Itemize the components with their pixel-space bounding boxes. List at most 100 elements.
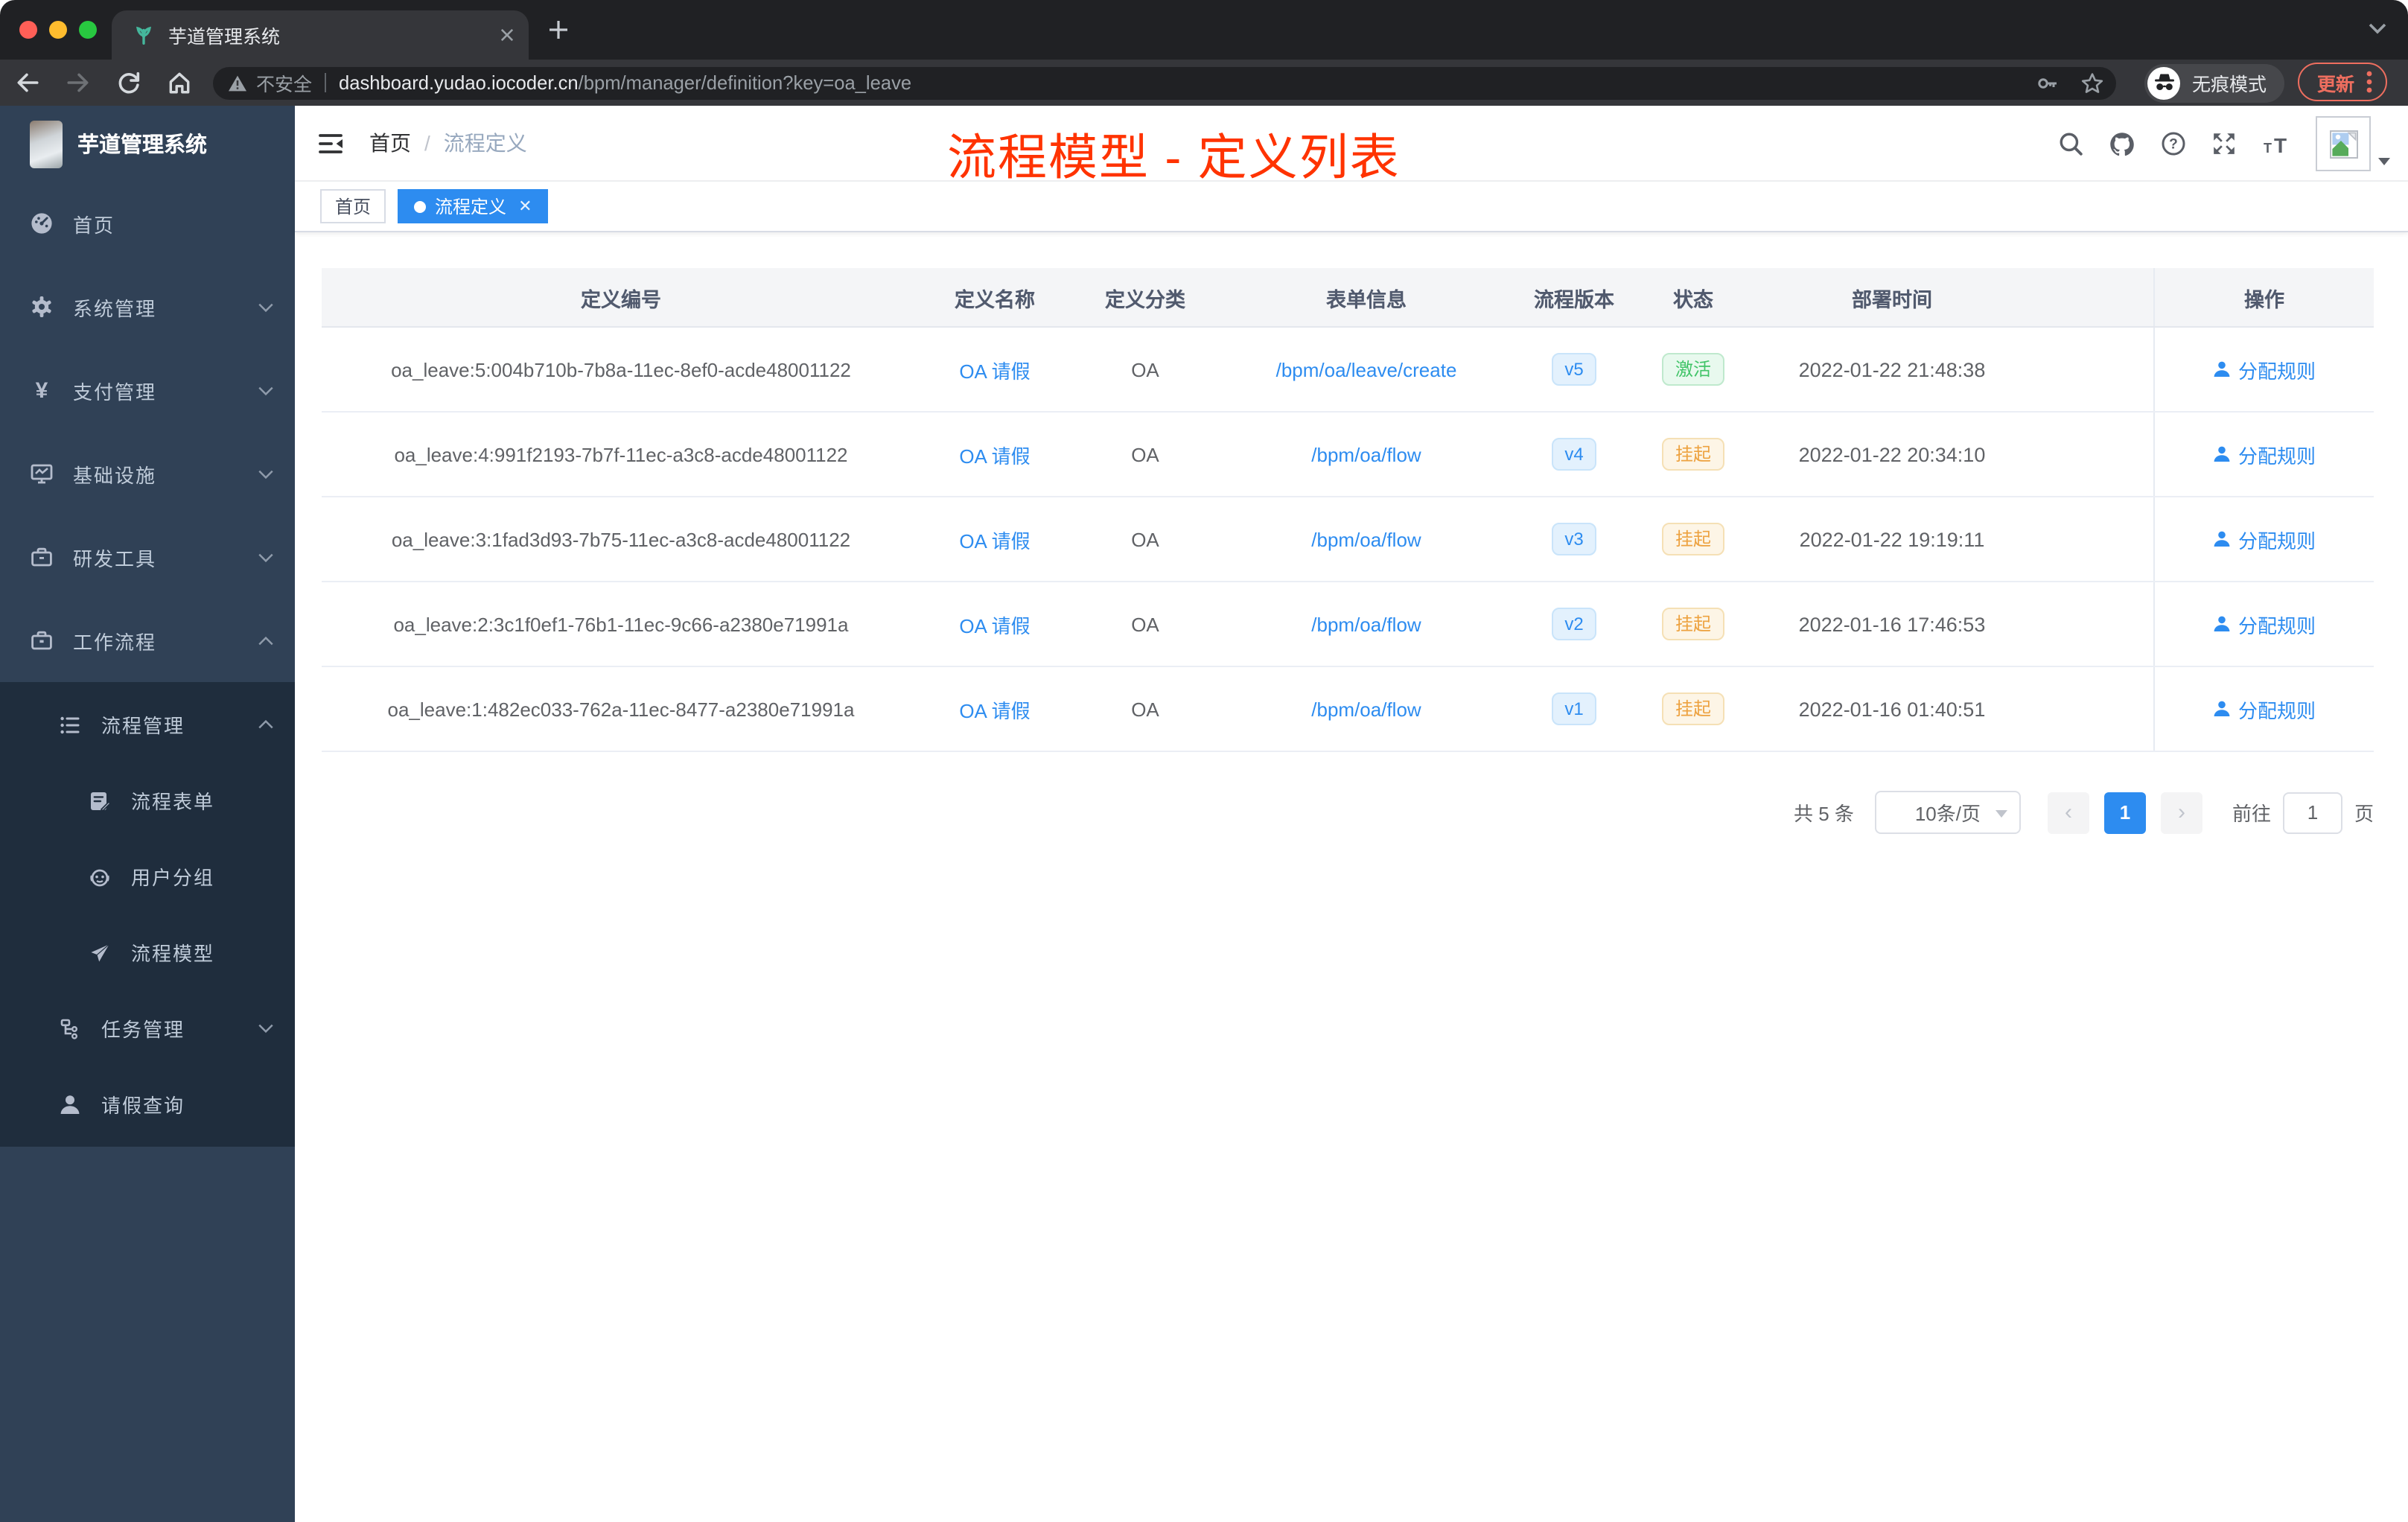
logo-avatar <box>30 120 63 168</box>
definition-name-link[interactable]: OA 请假 <box>959 445 1030 467</box>
tab-close-icon[interactable] <box>500 28 514 42</box>
page-unit-label: 页 <box>2354 803 2374 825</box>
app-header: 首页 / 流程定义 流程模型 - 定义列表 ? TT <box>295 106 2408 185</box>
form-info-link[interactable]: /bpm/oa/flow <box>1311 613 1421 635</box>
chevron-down-icon <box>258 302 274 312</box>
help-icon[interactable]: ? <box>2161 131 2186 156</box>
assign-rule-link[interactable]: 分配规则 <box>2213 440 2316 468</box>
version-badge: v3 <box>1551 523 1597 555</box>
assign-user-icon <box>2214 531 2230 547</box>
bookmark-star-icon[interactable] <box>2080 71 2104 95</box>
minimize-window-button[interactable] <box>49 21 67 39</box>
search-icon[interactable] <box>2058 131 2083 156</box>
sidebar-item-user-group[interactable]: 用户分组 <box>0 838 295 914</box>
reload-button[interactable] <box>116 70 141 95</box>
security-label[interactable]: 不安全 <box>256 69 312 97</box>
table-row: oa_leave:1:482ec033-762a-11ec-8477-a2380… <box>322 667 2374 752</box>
prev-page-button[interactable]: ‹ <box>2047 792 2089 833</box>
annotation-title: 流程模型 - 定义列表 <box>947 130 1401 185</box>
col-header-deploy-time: 部署时间 <box>1852 288 1932 311</box>
assign-rule-link[interactable]: 分配规则 <box>2213 355 2316 383</box>
form-info-link[interactable]: /bpm/oa/flow <box>1311 698 1421 720</box>
toolbox-icon <box>30 545 54 569</box>
github-icon[interactable] <box>2109 130 2135 157</box>
sidebar-item-label: 流程模型 <box>131 943 215 965</box>
address-bar[interactable]: 不安全 dashboard.yudao.iocoder.cn/bpm/manag… <box>213 66 2116 99</box>
browser-menu-dots-icon[interactable] <box>2366 70 2372 94</box>
forward-button[interactable] <box>66 70 91 95</box>
sidebar-item-payment[interactable]: ¥ 支付管理 <box>0 348 295 432</box>
assign-rule-link[interactable]: 分配规则 <box>2213 695 2316 723</box>
fullscreen-icon[interactable] <box>2211 131 2237 156</box>
goto-page-input[interactable]: 1 <box>2282 792 2342 833</box>
sidebar: 芋道管理系统 首页 系统管理 ¥ 支付管理 基础设施 研发工具 工作流程 流程管… <box>0 106 295 1522</box>
breadcrumb-home[interactable]: 首页 <box>369 128 411 158</box>
definition-category: OA <box>1131 358 1159 380</box>
sidebar-item-label: 工作流程 <box>73 631 157 653</box>
sidebar-item-label: 流程表单 <box>131 791 215 813</box>
url-text[interactable]: dashboard.yudao.iocoder.cn/bpm/manager/d… <box>339 71 2024 94</box>
status-badge: 挂起 <box>1661 692 1724 725</box>
svg-text:T: T <box>2274 133 2287 156</box>
definition-name-link[interactable]: OA 请假 <box>959 699 1030 722</box>
definition-id: oa_leave:5:004b710b-7b8a-11ec-8ef0-acde4… <box>391 358 851 380</box>
zoom-window-button[interactable] <box>79 21 97 39</box>
sidebar-item-process-model[interactable]: 流程模型 <box>0 914 295 990</box>
next-page-button[interactable]: › <box>2160 792 2202 833</box>
form-icon <box>88 789 112 812</box>
sidebar-item-infrastructure[interactable]: 基础设施 <box>0 432 295 515</box>
status-badge: 挂起 <box>1661 608 1724 640</box>
incognito-badge: 无痕模式 <box>2144 63 2285 102</box>
app-logo[interactable]: 芋道管理系统 <box>0 106 295 182</box>
sidebar-item-process-management[interactable]: 流程管理 <box>0 687 295 762</box>
font-size-icon[interactable]: TT <box>2262 132 2290 156</box>
tag-close-icon[interactable]: ✕ <box>518 197 532 216</box>
version-badge: v4 <box>1551 438 1597 471</box>
sidebar-item-system[interactable]: 系统管理 <box>0 265 295 348</box>
active-tag-dot <box>414 200 427 212</box>
browser-tab[interactable]: 芋道管理系统 <box>112 10 529 60</box>
form-info-link[interactable]: /bpm/oa/flow <box>1311 528 1421 550</box>
form-info-link[interactable]: /bpm/oa/flow <box>1311 443 1421 465</box>
form-info-link[interactable]: /bpm/oa/leave/create <box>1276 358 1457 380</box>
deploy-time: 2022-01-22 20:34:10 <box>1798 443 1986 465</box>
definition-name-link[interactable]: OA 请假 <box>959 614 1030 637</box>
definition-name-link[interactable]: OA 请假 <box>959 529 1030 552</box>
window-controls[interactable] <box>19 21 97 39</box>
user-menu[interactable] <box>2316 116 2390 171</box>
sidebar-item-label: 流程管理 <box>101 715 185 737</box>
sidebar-item-workflow[interactable]: 工作流程 <box>0 599 295 682</box>
svg-text:T: T <box>2264 140 2272 155</box>
page-size-select[interactable]: 10条/页 <box>1874 791 2021 834</box>
assign-user-icon <box>2214 361 2230 377</box>
avatar[interactable] <box>2316 116 2371 171</box>
assign-rule-link[interactable]: 分配规则 <box>2213 525 2316 553</box>
avatar-caret-icon <box>2378 158 2390 165</box>
sidebar-item-dev-tools[interactable]: 研发工具 <box>0 515 295 599</box>
breadcrumb: 首页 / 流程定义 <box>369 128 527 158</box>
home-button[interactable] <box>167 70 192 95</box>
tag-home[interactable]: 首页 <box>320 189 386 223</box>
definition-category: OA <box>1131 528 1159 550</box>
not-secure-warning-icon[interactable] <box>228 74 247 92</box>
tab-search-chevron-icon[interactable] <box>2368 22 2387 36</box>
page-number-button[interactable]: 1 <box>2103 792 2146 833</box>
new-tab-button[interactable] <box>548 19 569 40</box>
sidebar-item-label: 系统管理 <box>73 297 157 319</box>
tag-process-definition[interactable]: 流程定义 ✕ <box>398 189 549 223</box>
definition-name-link[interactable]: OA 请假 <box>959 360 1030 382</box>
update-browser-button[interactable]: 更新 <box>2298 63 2388 101</box>
deploy-time: 2022-01-22 21:48:38 <box>1798 358 1986 380</box>
user-icon <box>58 1092 82 1116</box>
assign-rule-link[interactable]: 分配规则 <box>2213 610 2316 638</box>
close-window-button[interactable] <box>19 21 37 39</box>
sidebar-toggle-icon[interactable] <box>317 130 344 156</box>
screen: 芋道管理系统 不安全 dashboard.yudao.iocoder.cn/bp… <box>0 0 2408 1522</box>
back-button[interactable] <box>15 70 40 95</box>
sidebar-item-home[interactable]: 首页 <box>0 182 295 265</box>
sidebar-item-leave-query[interactable]: 请假查询 <box>0 1066 295 1142</box>
password-key-icon[interactable] <box>2036 71 2060 95</box>
sidebar-item-process-form[interactable]: 流程表单 <box>0 762 295 838</box>
deploy-time: 2022-01-16 01:40:51 <box>1798 698 1986 720</box>
sidebar-item-task-management[interactable]: 任务管理 <box>0 990 295 1066</box>
